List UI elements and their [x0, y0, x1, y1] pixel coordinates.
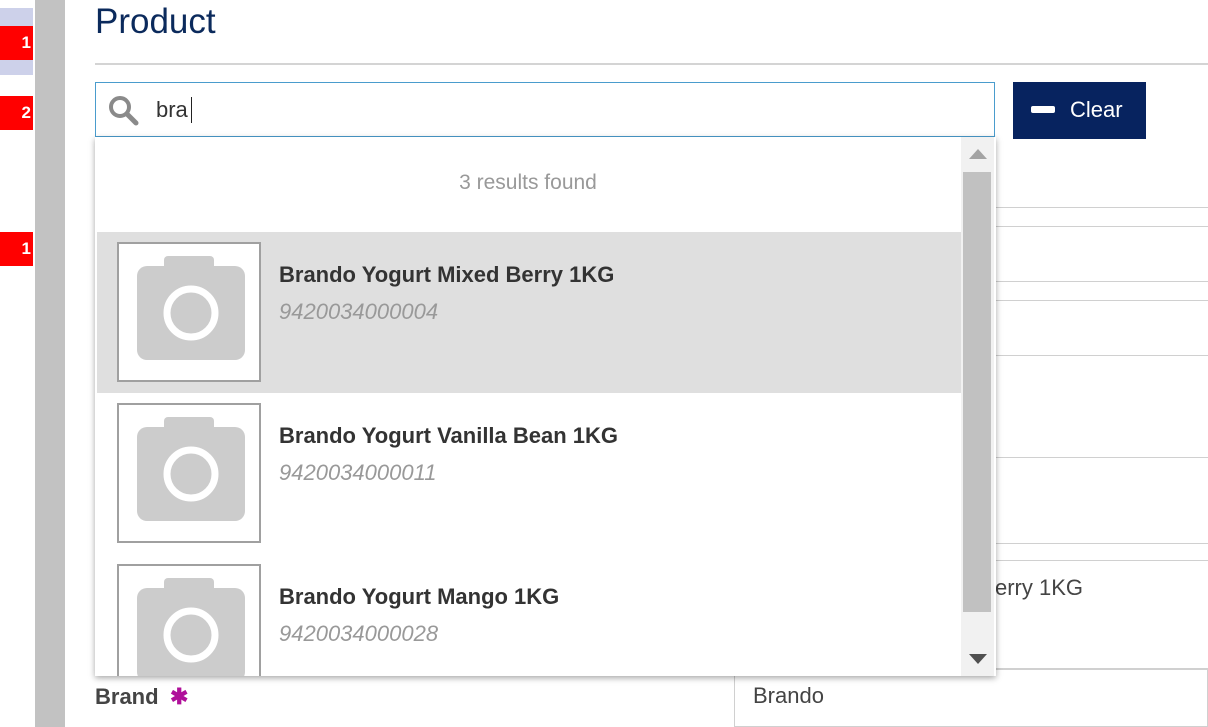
- camera-icon: [137, 578, 245, 676]
- product-name-field-value: erry 1KG: [995, 575, 1084, 600]
- form-field-border: [995, 457, 1208, 458]
- search-results-dropdown: 3 results found Brando Yogurt Mixed Berr…: [95, 137, 996, 676]
- panel-divider: [35, 0, 65, 727]
- form-field-border: [995, 355, 1208, 356]
- scrollbar-thumb[interactable]: [963, 172, 991, 612]
- counter-badge[interactable]: 2: [0, 96, 33, 130]
- product-thumbnail: [117, 403, 261, 543]
- product-name: Brando Yogurt Vanilla Bean 1KG: [279, 423, 619, 448]
- product-name: Brando Yogurt Mixed Berry 1KG: [279, 262, 615, 287]
- title-divider: [95, 63, 1208, 65]
- search-icon: [109, 96, 139, 126]
- minus-icon: [1031, 106, 1055, 113]
- product-search-input[interactable]: [156, 94, 936, 126]
- scroll-up-arrow-icon[interactable]: [969, 149, 987, 159]
- result-item[interactable]: Brando Yogurt Vanilla Bean 1KG 942003400…: [97, 393, 961, 554]
- camera-icon: [137, 417, 245, 521]
- brand-field-value: Brando: [753, 683, 824, 708]
- clear-button-label: Clear: [1070, 97, 1123, 122]
- results-count: 3 results found: [459, 171, 597, 194]
- product-name: Brando Yogurt Mango 1KG: [279, 584, 560, 609]
- brand-label: Brand: [95, 684, 159, 709]
- scroll-down-arrow-icon[interactable]: [969, 654, 987, 664]
- counter-badge[interactable]: 1: [0, 232, 33, 266]
- page-title: Product: [95, 2, 216, 41]
- text-cursor: [191, 97, 192, 123]
- product-thumbnail: [117, 242, 261, 382]
- form-field-border: [995, 300, 1208, 301]
- dropdown-scrollbar[interactable]: [961, 137, 994, 676]
- product-barcode: 9420034000004: [279, 299, 439, 324]
- form-divider: [995, 207, 1208, 208]
- counter-badge[interactable]: 1: [0, 26, 33, 60]
- form-field-border: [995, 560, 1208, 561]
- result-item[interactable]: Brando Yogurt Mixed Berry 1KG 9420034000…: [97, 232, 961, 393]
- camera-icon: [137, 256, 245, 360]
- form-field-border: [995, 226, 1208, 227]
- required-icon: ✱: [170, 684, 189, 709]
- result-item[interactable]: Brando Yogurt Mango 1KG 9420034000028: [97, 554, 961, 676]
- form-divider: [995, 543, 1208, 544]
- product-barcode: 9420034000011: [279, 460, 437, 485]
- product-thumbnail: [117, 564, 261, 676]
- product-barcode: 9420034000028: [279, 621, 439, 646]
- form-field-border: [995, 281, 1208, 282]
